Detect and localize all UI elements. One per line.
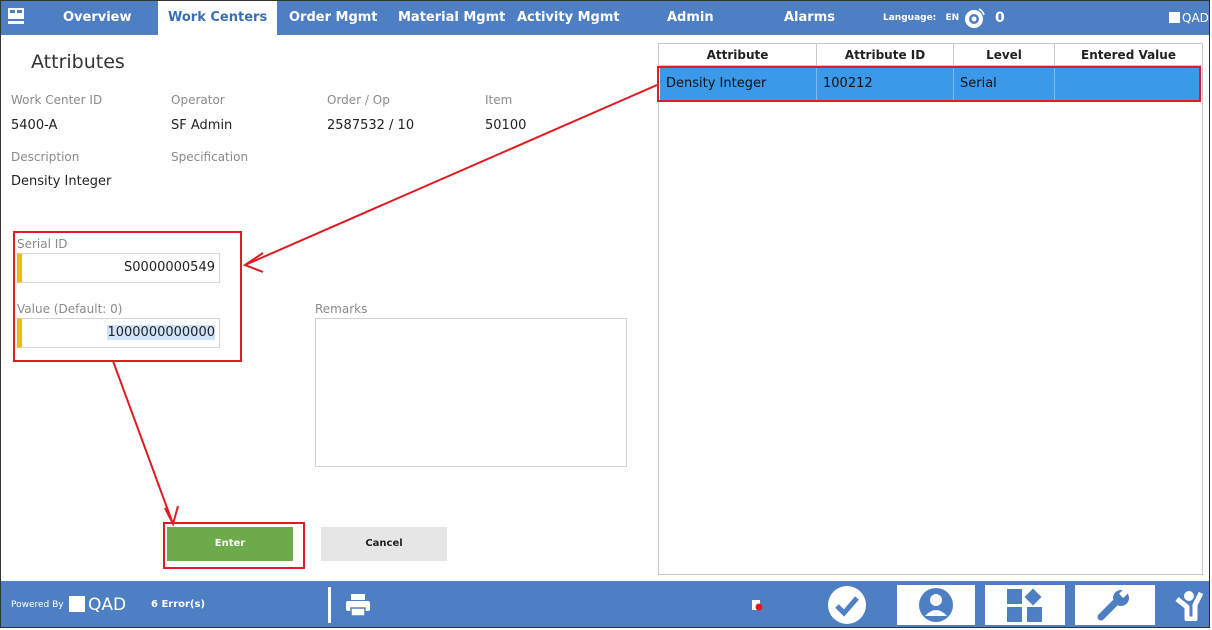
column-header-attribute[interactable]: Attribute [659, 44, 817, 66]
print-icon[interactable] [345, 593, 371, 617]
remarks-textarea[interactable] [315, 318, 627, 467]
operator-icon[interactable] [1173, 589, 1205, 621]
operator-label: Operator [171, 93, 225, 107]
order-op-value: 2587532 / 10 [327, 118, 415, 133]
qad-logo: QAD [1169, 1, 1209, 35]
language-selector[interactable]: Language: EN [883, 1, 959, 35]
tab-material-mgmt[interactable]: Material Mgmt [398, 1, 505, 35]
description-label: Description [11, 150, 80, 164]
annotation-highlight-enter [163, 522, 305, 569]
language-value: EN [945, 13, 960, 23]
work-center-id-label: Work Center ID [11, 93, 103, 107]
tab-activity-mgmt[interactable]: Activity Mgmt [517, 1, 620, 35]
work-center-id-value: 5400-A [11, 118, 58, 133]
tab-order-mgmt[interactable]: Order Mgmt [289, 1, 378, 35]
page-title: Attributes [31, 51, 125, 73]
powered-by-label: Powered By [11, 600, 64, 610]
column-header-entered-value[interactable]: Entered Value [1055, 44, 1202, 66]
wrench-icon [1097, 588, 1129, 621]
user-button[interactable] [897, 585, 975, 625]
cancel-button[interactable]: Cancel [321, 527, 447, 561]
language-label: Language: [883, 13, 937, 23]
error-indicator-icon[interactable] [751, 599, 763, 611]
dashboard-icon [1007, 588, 1042, 622]
tab-admin[interactable]: Admin [667, 1, 714, 35]
error-count[interactable]: 6 Error(s) [151, 581, 205, 627]
item-value: 50100 [485, 118, 527, 133]
dashboard-button[interactable] [985, 585, 1065, 625]
qad-footer-logo: QAD [69, 581, 126, 627]
checkmark-icon[interactable] [827, 585, 867, 625]
app-window: Overview Work Centers Order Mgmt Materia… [0, 0, 1210, 628]
annotation-highlight-row [657, 66, 1201, 102]
order-op-label: Order / Op [327, 93, 390, 107]
alarm-count: 0 [995, 10, 1005, 26]
top-nav-bar: Overview Work Centers Order Mgmt Materia… [1, 1, 1209, 35]
description-value: Density Integer [11, 174, 112, 189]
footer-divider [328, 587, 331, 623]
specification-label: Specification [171, 150, 249, 164]
column-header-level[interactable]: Level [954, 44, 1055, 66]
column-header-attribute-id[interactable]: Attribute ID [817, 44, 954, 66]
tab-overview[interactable]: Overview [63, 1, 132, 35]
item-label: Item [485, 93, 513, 107]
footer-bar: Powered By QAD 6 Error(s) [1, 581, 1209, 627]
alarm-signal-icon[interactable] [963, 7, 985, 29]
attributes-table: Attribute Attribute ID Level Entered Val… [658, 43, 1203, 575]
operator-value: SF Admin [171, 118, 233, 133]
tab-alarms[interactable]: Alarms [784, 1, 835, 35]
user-icon [919, 588, 953, 622]
remarks-label: Remarks [315, 302, 368, 316]
tools-button[interactable] [1075, 585, 1155, 625]
annotation-highlight-fields [13, 231, 242, 362]
tab-work-centers[interactable]: Work Centers [158, 1, 278, 35]
workstation-icon[interactable] [7, 7, 25, 25]
